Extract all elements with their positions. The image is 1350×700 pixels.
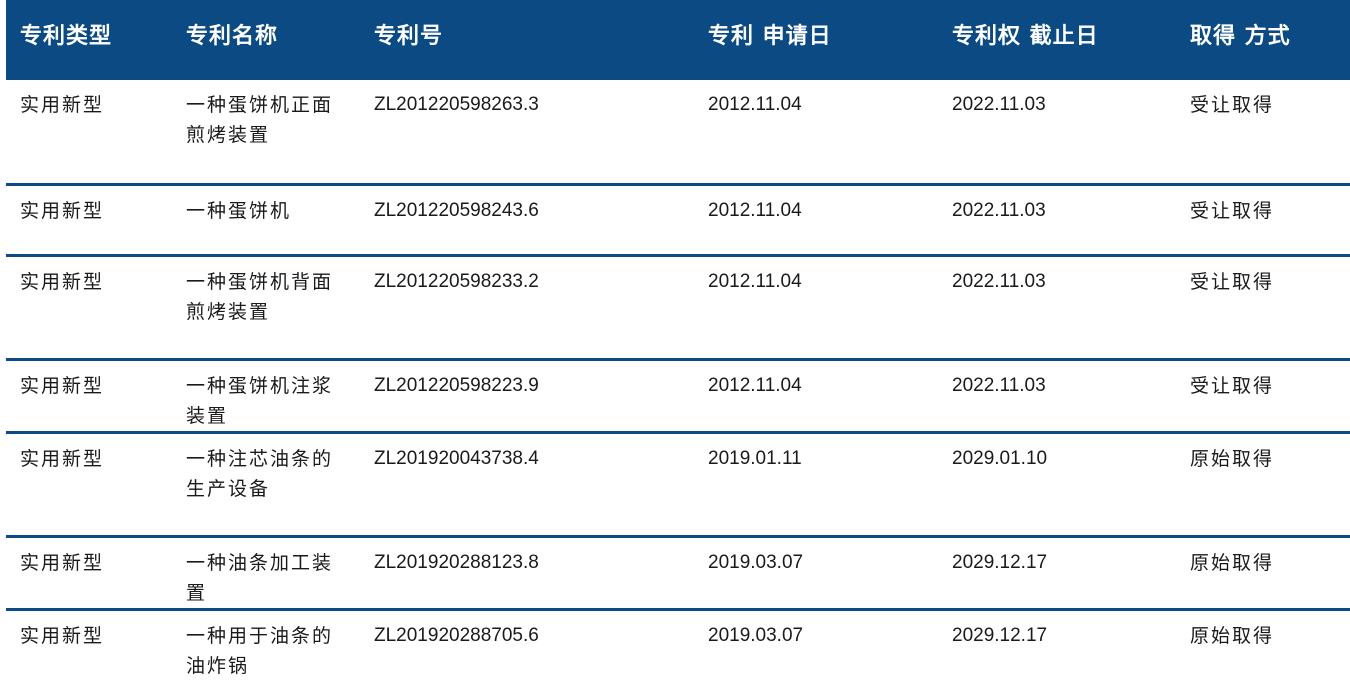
patent-type-cell: 实用新型 bbox=[6, 432, 172, 538]
expiry-date-cell: 2022.11.03 bbox=[938, 359, 1176, 434]
patent-name-text: 一种蛋饼机背面煎烤装置 bbox=[186, 270, 334, 323]
expiry-date-cell: 2022.11.03 bbox=[938, 80, 1176, 186]
header-expiry-date: 专利权 截止日 bbox=[938, 0, 1176, 80]
expiry-date-cell: 2022.11.03 bbox=[938, 184, 1176, 257]
patent-name-text: 一种蛋饼机正面煎烤装置 bbox=[186, 94, 334, 146]
patent-number-cell: ZL201220598233.2 bbox=[360, 255, 694, 361]
table-header: 专利类型 专利名称 专利号 专利 申请日 专利权 截止日 取得 方式 bbox=[6, 0, 1350, 80]
table-row: 实用新型 一种注芯油条的生产设备 ZL201920043738.4 2019.0… bbox=[6, 432, 1350, 538]
patent-table: 专利类型 专利名称 专利号 专利 申请日 专利权 截止日 取得 方式 实用新型 … bbox=[6, 0, 1350, 682]
acquire-method-cell: 受让取得 bbox=[1176, 255, 1350, 361]
patent-type-cell: 实用新型 bbox=[6, 184, 172, 257]
apply-date-cell: 2019.01.11 bbox=[694, 432, 938, 538]
patent-number-cell: ZL201220598243.6 bbox=[360, 184, 694, 257]
table-body: 实用新型 一种蛋饼机正面煎烤装置 ZL201220598263.3 2012.1… bbox=[6, 80, 1350, 682]
header-patent-number: 专利号 bbox=[360, 0, 694, 80]
patent-number-cell: ZL201920288705.6 bbox=[374, 624, 539, 646]
patent-type-cell: 实用新型 bbox=[6, 536, 172, 611]
patent-number-cell: ZL201220598263.3 bbox=[360, 80, 694, 186]
patent-name-cell: 一种蛋饼机正面煎烤装置 bbox=[172, 80, 360, 186]
patent-name-text: 一种用于油条的油炸锅 bbox=[186, 624, 334, 677]
table-row: 实用新型 一种蛋饼机正面煎烤装置 ZL201220598263.3 2012.1… bbox=[6, 80, 1350, 186]
header-acquire-method: 取得 方式 bbox=[1176, 0, 1350, 80]
apply-date-cell: 2019.03.07 bbox=[694, 536, 938, 611]
patent-number-cell: ZL201220598223.9 bbox=[360, 359, 694, 434]
expiry-date-cell: 2029.12.17 bbox=[938, 536, 1176, 611]
patent-name-text: 一种注芯油条的生产设备 bbox=[186, 447, 334, 500]
patent-name-cell: 一种用于油条的油炸锅 bbox=[172, 609, 360, 682]
table-row: 实用新型 一种蛋饼机注浆装置 ZL201220598223.9 2012.11.… bbox=[6, 359, 1350, 434]
apply-date-cell: 2012.11.04 bbox=[694, 255, 938, 361]
acquire-method-cell: 原始取得 bbox=[1176, 432, 1350, 538]
acquire-method-cell: 受让取得 bbox=[1176, 80, 1350, 186]
patent-type-cell: 实用新型 bbox=[6, 255, 172, 361]
patent-name-cell: 一种油条加工装置 bbox=[172, 536, 360, 611]
table-row: 实用新型 一种蛋饼机 ZL201220598243.6 2012.11.04 2… bbox=[6, 184, 1350, 257]
header-apply-date: 专利 申请日 bbox=[694, 0, 938, 80]
acquire-method-cell: 受让取得 bbox=[1176, 184, 1350, 257]
header-patent-type: 专利类型 bbox=[6, 0, 172, 80]
expiry-date-cell: 2022.11.03 bbox=[938, 255, 1176, 361]
expiry-date-cell: 2029.01.10 bbox=[938, 432, 1176, 538]
patent-number-cell: ZL201920288123.8 bbox=[360, 536, 694, 611]
table-row: 实用新型 一种蛋饼机背面煎烤装置 ZL201220598233.2 2012.1… bbox=[6, 255, 1350, 361]
patent-name-text: 一种油条加工装置 bbox=[186, 551, 334, 604]
patent-number-cell: ZL201920043738.4 bbox=[360, 432, 694, 538]
patent-type-cell: 实用新型 bbox=[6, 80, 172, 186]
header-row: 专利类型 专利名称 专利号 专利 申请日 专利权 截止日 取得 方式 bbox=[6, 0, 1350, 80]
acquire-method-cell: 原始取得 bbox=[1176, 536, 1350, 611]
expiry-date-cell: 2029.12.17 bbox=[952, 624, 1048, 646]
acquire-method-cell: 受让取得 bbox=[1176, 359, 1350, 434]
apply-date-cell: 2019.03.07 bbox=[708, 624, 804, 646]
table-row: 实用新型 一种油条加工装置 ZL201920288123.8 2019.03.0… bbox=[6, 536, 1350, 611]
patent-name-text: 一种蛋饼机注浆装置 bbox=[186, 374, 334, 427]
header-patent-name: 专利名称 bbox=[172, 0, 360, 80]
patent-type-cell: 实用新型 bbox=[6, 359, 172, 434]
patent-name-cell: 一种蛋饼机 bbox=[172, 184, 360, 257]
patent-name-text: 一种蛋饼机 bbox=[186, 199, 292, 222]
apply-date-cell: 2012.11.04 bbox=[694, 184, 938, 257]
apply-date-cell: 2012.11.04 bbox=[694, 80, 938, 186]
acquire-method-cell: 原始取得 bbox=[1190, 624, 1275, 647]
apply-date-cell: 2012.11.04 bbox=[694, 359, 938, 434]
patent-name-cell: 一种蛋饼机注浆装置 bbox=[172, 359, 360, 434]
patent-name-cell: 一种蛋饼机背面煎烤装置 bbox=[172, 255, 360, 361]
patent-type-cell: 实用新型 bbox=[20, 624, 105, 647]
patent-name-cell: 一种注芯油条的生产设备 bbox=[172, 432, 360, 538]
table-row: 实用新型 一种用于油条的油炸锅 ZL201920288705.6 2019.03… bbox=[6, 609, 1350, 682]
